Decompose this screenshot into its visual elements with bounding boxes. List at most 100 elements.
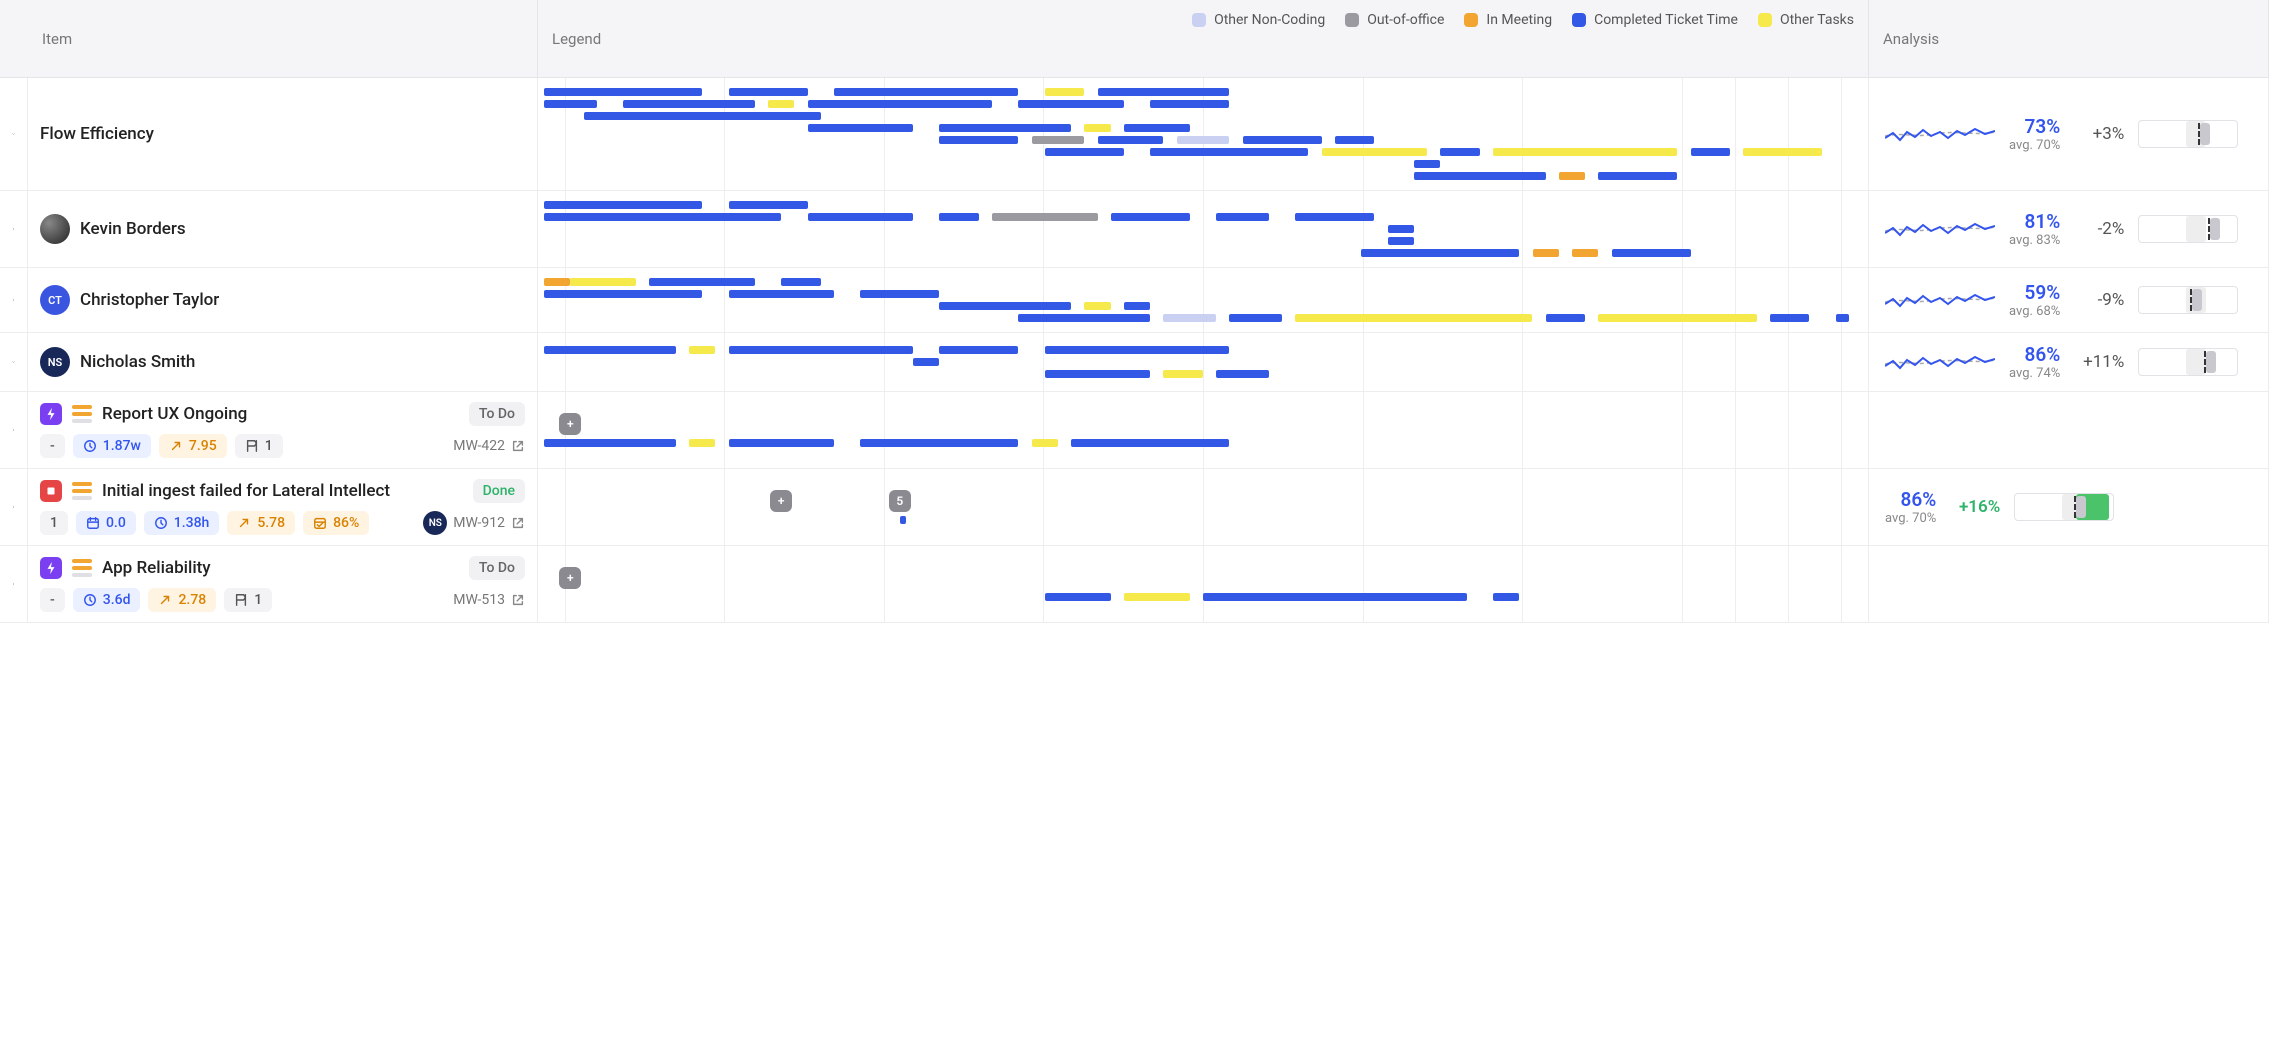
ticket-id[interactable]: MW-513 [453, 592, 505, 608]
gantt-segment [689, 346, 715, 354]
gantt-segment [1098, 88, 1230, 96]
timeline-cell: + [538, 392, 1869, 469]
item-cell[interactable]: App ReliabilityTo Do-3.6d2.781MW-513 [28, 546, 538, 623]
gantt-segment [1150, 100, 1229, 108]
timeline-cell [538, 333, 1869, 392]
analysis-cell: 73%avg. 70%+3% [1869, 78, 2269, 191]
item-cell[interactable]: Flow Efficiency [28, 78, 538, 191]
status-badge: To Do [469, 556, 525, 580]
gantt-segment [570, 278, 636, 286]
gantt-segment [939, 136, 1018, 144]
gantt-segment [1163, 370, 1203, 378]
gantt-segment [1071, 439, 1229, 447]
gantt-segment [1084, 124, 1110, 132]
gantt-segment [1322, 148, 1427, 156]
legend-item: Completed Ticket Time [1572, 12, 1738, 28]
sparkline [1885, 346, 1995, 378]
gantt-segment [623, 100, 755, 108]
priority-icon [72, 559, 92, 577]
expand-toggle[interactable] [0, 546, 28, 623]
gantt-segment [1598, 172, 1677, 180]
gantt-segment [1414, 160, 1440, 168]
timeline-marker[interactable]: + [559, 567, 581, 589]
expand-toggle[interactable] [0, 191, 28, 268]
distribution-bar[interactable] [2138, 215, 2238, 243]
gantt-segment [1032, 136, 1085, 144]
external-link-icon[interactable] [511, 593, 525, 607]
gantt-segment [1295, 314, 1532, 322]
analysis-cell: 86%avg. 70%+16% [1869, 469, 2269, 546]
avatar: NS [40, 347, 70, 377]
priority-icon [72, 482, 92, 500]
metric-delta: -2% [2074, 219, 2124, 239]
metric-value: 81% [2009, 210, 2060, 233]
metric-badge: 5.78 [227, 511, 295, 535]
analysis-cell [1869, 392, 2269, 469]
timeline-marker[interactable]: + [559, 413, 581, 435]
expand-toggle[interactable] [0, 392, 28, 469]
expand-toggle[interactable] [0, 469, 28, 546]
metric-avg: avg. 74% [2009, 366, 2060, 381]
gantt-segment [768, 100, 794, 108]
metric-delta: +3% [2074, 124, 2124, 144]
metric-badge: 0.0 [76, 511, 136, 535]
expand-toggle[interactable] [0, 333, 28, 392]
item-cell[interactable]: CTChristopher Taylor [28, 268, 538, 333]
gantt-segment [1335, 136, 1375, 144]
gantt-segment [1388, 225, 1414, 233]
timeline-marker[interactable]: + [770, 490, 792, 512]
metric-value: 73% [2009, 115, 2060, 138]
timeline-marker[interactable]: 5 [889, 490, 911, 512]
gantt-segment [1032, 439, 1058, 447]
legend-item: Out-of-office [1345, 12, 1444, 28]
gantt-segment [781, 278, 821, 286]
metric-badge: 1 [40, 511, 68, 535]
gantt-segment [834, 88, 1019, 96]
ticket-id[interactable]: MW-422 [453, 438, 505, 454]
gantt-segment [808, 100, 993, 108]
distribution-bar[interactable] [2138, 348, 2238, 376]
distribution-bar[interactable] [2138, 120, 2238, 148]
header-item: Item [28, 0, 538, 78]
gantt-segment [808, 124, 913, 132]
metric-badge: 1.87w [73, 434, 151, 458]
gantt-segment [1743, 148, 1822, 156]
gantt-segment [1361, 249, 1519, 257]
gantt-segment [544, 88, 702, 96]
gantt-segment [1045, 346, 1230, 354]
external-link-icon[interactable] [511, 516, 525, 530]
gantt-segment [1572, 249, 1598, 257]
gantt-segment [1045, 88, 1085, 96]
gantt-segment [860, 439, 1018, 447]
gantt-segment [1295, 213, 1374, 221]
metric-badge: 7.95 [159, 434, 227, 458]
item-cell[interactable]: Initial ingest failed for Lateral Intell… [28, 469, 538, 546]
gantt-segment [544, 278, 570, 286]
gantt-segment [729, 290, 834, 298]
item-cell[interactable]: NSNicholas Smith [28, 333, 538, 392]
item-title: Christopher Taylor [80, 290, 219, 310]
gantt-segment [1111, 213, 1190, 221]
gantt-segment [1124, 124, 1190, 132]
distribution-bar[interactable] [2138, 286, 2238, 314]
metric-delta: +11% [2074, 352, 2124, 372]
metric-value: 59% [2009, 281, 2060, 304]
priority-icon [72, 405, 92, 423]
item-title: Initial ingest failed for Lateral Intell… [102, 481, 390, 501]
distribution-bar[interactable] [2014, 493, 2114, 521]
item-cell[interactable]: Report UX OngoingTo Do-1.87w7.951MW-422 [28, 392, 538, 469]
metric-badge: - [40, 588, 65, 612]
header-analysis: Analysis [1869, 0, 2269, 78]
item-title: Report UX Ongoing [102, 404, 247, 424]
gantt-segment [729, 439, 834, 447]
expand-toggle[interactable] [0, 268, 28, 333]
gantt-segment [1691, 148, 1731, 156]
gantt-segment [1598, 314, 1756, 322]
external-link-icon[interactable] [511, 439, 525, 453]
metric-badge: 86% [303, 511, 369, 535]
gantt-segment [1533, 249, 1559, 257]
ticket-id[interactable]: MW-912 [453, 515, 505, 531]
item-cell[interactable]: Kevin Borders [28, 191, 538, 268]
gantt-segment [1018, 314, 1150, 322]
expand-toggle[interactable] [0, 78, 28, 191]
